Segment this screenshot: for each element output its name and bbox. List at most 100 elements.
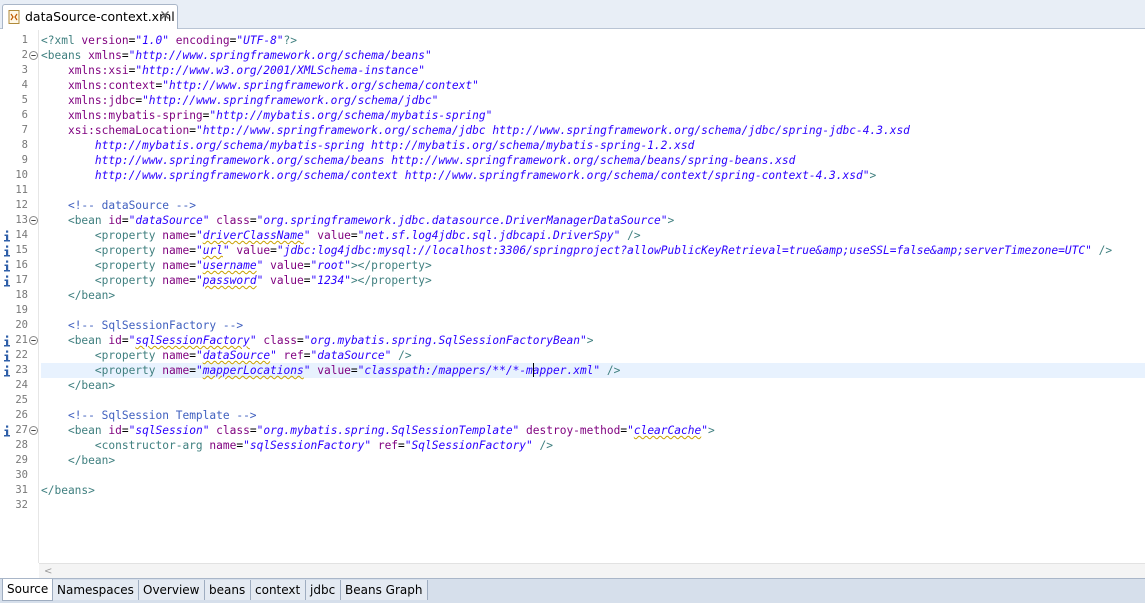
code-line[interactable]: xmlns:context="http://www.springframewor… (41, 78, 479, 93)
info-marker-icon[interactable] (3, 335, 11, 347)
code-token: http://mybatis.org/schema/mybatis-spring… (94, 139, 695, 152)
page-tab-context[interactable]: context (251, 580, 306, 600)
line-number: 21 (15, 334, 28, 346)
code-token: clearCache (633, 424, 702, 437)
code-line[interactable]: <property name="username" value="root"><… (41, 258, 432, 273)
code-line[interactable]: http://www.springframework.org/schema/be… (41, 153, 796, 168)
info-marker-icon[interactable] (3, 425, 11, 437)
horizontal-scrollbar[interactable]: < (39, 563, 1145, 578)
code-token: " (195, 229, 203, 242)
code-token: "http://www.springframework.org/schema/b… (128, 49, 432, 62)
info-marker-icon[interactable] (3, 350, 11, 362)
code-token: " (195, 259, 203, 272)
code-token: name (162, 274, 190, 287)
fold-collapse-icon[interactable] (29, 336, 38, 345)
code-token: "org.mybatis.spring.SqlSessionTemplate" (256, 424, 520, 437)
code-token: class (256, 334, 298, 347)
info-marker-icon[interactable] (3, 365, 11, 377)
info-marker-icon[interactable] (3, 230, 11, 242)
code-line[interactable]: <!-- SqlSessionFactory --> (41, 318, 243, 333)
editor-tab-datasource-context[interactable]: dataSource-context.xml (2, 4, 178, 29)
code-line[interactable]: <bean id="sqlSession" class="org.mybatis… (41, 423, 715, 438)
code-line[interactable]: xmlns:mybatis-spring="http://mybatis.org… (41, 108, 492, 123)
code-line[interactable]: http://www.springframework.org/schema/co… (41, 168, 876, 183)
source-editor[interactable]: 1 2 3 4 5 6 7 8 9 10 11 12 13 14 15 16 17 18 19 20 21 22 23 24 2… (0, 30, 1145, 563)
page-tab-beans[interactable]: beans (205, 580, 251, 600)
code-token: "net.sf.log4jdbc.sql.jdbcapi.DriverSpy" (357, 229, 621, 242)
code-area[interactable]: <?xml version="1.0" encoding="UTF-8"?> <b… (41, 30, 1145, 563)
code-token: "root" (310, 259, 351, 272)
scroll-left-icon[interactable]: < (44, 566, 52, 577)
code-token: ></property> (350, 274, 432, 287)
fold-collapse-icon[interactable] (29, 216, 38, 225)
code-token: > (667, 214, 675, 227)
page-tab-beans-graph[interactable]: Beans Graph (341, 580, 428, 600)
code-token: id (108, 334, 122, 347)
code-token: /> (600, 364, 621, 377)
fold-collapse-icon[interactable] (29, 51, 38, 60)
page-tab-overview[interactable]: Overview (139, 580, 205, 600)
line-number: 11 (15, 184, 28, 196)
code-token: = (189, 244, 196, 257)
code-token: <property (94, 349, 163, 362)
info-marker-icon[interactable] (3, 245, 11, 257)
text-caret (532, 363, 534, 377)
line-number: 14 (15, 229, 28, 241)
code-token: = (121, 334, 129, 347)
code-line[interactable]: <bean id="dataSource" class="org.springf… (41, 213, 674, 228)
code-line[interactable]: </bean> (41, 288, 115, 303)
code-line[interactable]: xmlns:xsi="http://www.w3.org/2001/XMLSch… (41, 63, 425, 78)
code-token: class (209, 424, 250, 437)
code-line[interactable]: <property name="dataSource" ref="dataSou… (41, 348, 412, 363)
code-token: <!-- SqlSession Template --> (67, 409, 257, 422)
code-line[interactable]: <!-- SqlSession Template --> (41, 408, 257, 423)
code-token: = (249, 424, 257, 437)
editor-page-tabs: Source Namespaces Overview beans context jdbc… (0, 578, 1145, 603)
code-token: " (195, 244, 203, 257)
code-line[interactable]: http://mybatis.org/schema/mybatis-spring… (41, 138, 694, 153)
code-line[interactable]: <bean id="sqlSessionFactory" class="org.… (41, 333, 593, 348)
code-token: > (707, 424, 715, 437)
code-line[interactable]: <!-- dataSource --> (41, 198, 196, 213)
code-token: xmlns:mybatis-spring (67, 109, 203, 122)
code-line[interactable]: </bean> (41, 378, 115, 393)
code-token: "jdbc:log4jdbc:mysql://localhost:3306/sp… (276, 244, 1092, 257)
code-line[interactable]: <property name="password" value="1234"><… (41, 273, 432, 288)
code-token: <bean (67, 214, 109, 227)
page-tab-source[interactable]: Source (2, 579, 53, 601)
code-token: "1234" (310, 274, 351, 287)
code-token: = (189, 364, 196, 377)
page-tab-namespaces[interactable]: Namespaces (53, 580, 139, 600)
info-marker-icon[interactable] (3, 275, 11, 287)
code-token: name (162, 349, 190, 362)
code-line[interactable]: </bean> (41, 453, 115, 468)
code-token: driverClassName (202, 229, 304, 242)
code-line[interactable]: xmlns:jdbc="http://www.springframework.o… (41, 93, 438, 108)
fold-collapse-icon[interactable] (29, 426, 38, 435)
code-line[interactable]: <property name="url" value="jdbc:log4jdb… (41, 243, 1112, 258)
code-line[interactable]: <?xml version="1.0" encoding="UTF-8"?> (41, 33, 297, 48)
close-icon[interactable] (160, 10, 170, 20)
code-line[interactable]: </beans> (41, 483, 95, 498)
code-token: name (162, 364, 190, 377)
code-token: <property (94, 274, 163, 287)
code-token: encoding (169, 34, 230, 47)
code-line[interactable]: <beans xmlns="http://www.springframework… (41, 48, 432, 63)
code-token: url (202, 244, 223, 257)
page-tab-jdbc[interactable]: jdbc (306, 580, 341, 600)
code-token: <!-- SqlSessionFactory --> (67, 319, 244, 332)
code-line[interactable]: xsi:schemaLocation="http://www.springfra… (41, 123, 910, 138)
code-token: = (270, 244, 277, 257)
code-token: /> (391, 349, 412, 362)
code-token: <bean (67, 334, 109, 347)
code-line[interactable]: <constructor-arg name = "sqlSessionFactory… (41, 438, 553, 453)
info-marker-icon[interactable] (3, 260, 11, 272)
line-number: 17 (15, 274, 28, 286)
code-token: name (209, 439, 237, 452)
code-line[interactable]: <property name="driverClassName" value="… (41, 228, 641, 243)
